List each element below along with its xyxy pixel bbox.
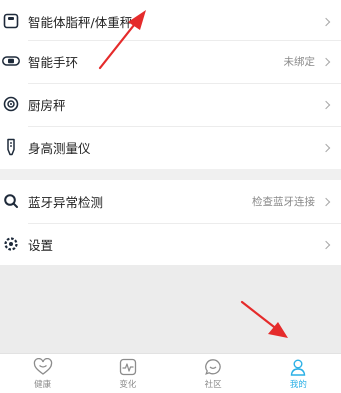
empty-area (0, 265, 341, 353)
menu-item-height-meter[interactable]: 身高测量仪 (0, 126, 341, 169)
menu-item-bluetooth-check[interactable]: 蓝牙异常检测 检查蓝牙连接 (0, 180, 341, 223)
bottom-tab-bar: 健康 变化 社区 我的 (0, 353, 341, 393)
pulse-icon (118, 357, 138, 377)
section-gap (0, 169, 341, 180)
gear-icon (2, 235, 20, 253)
chevron-right-icon (321, 17, 331, 26)
tab-label: 变化 (119, 380, 137, 390)
chevron-right-icon (321, 100, 331, 109)
chevron-right-icon (321, 240, 331, 249)
chat-icon (203, 357, 223, 377)
menu-item-body-fat-scale[interactable]: 智能体脂秤/体重秤 (0, 0, 341, 43)
kitchen-scale-icon (2, 95, 20, 113)
band-icon (2, 52, 20, 70)
menu-item-label: 蓝牙异常检测 (28, 195, 104, 210)
menu-item-label: 厨房秤 (28, 98, 66, 113)
scale-icon (2, 12, 20, 30)
menu-item-kitchen-scale[interactable]: 厨房秤 (0, 83, 341, 126)
menu-item-label: 智能体脂秤/体重秤 (28, 15, 133, 30)
tab-mine[interactable]: 我的 (256, 354, 341, 393)
chevron-right-icon (321, 197, 331, 206)
tab-label: 社区 (204, 380, 222, 390)
tab-community[interactable]: 社区 (171, 354, 256, 393)
bind-status: 未绑定 (283, 56, 316, 68)
height-meter-icon (2, 138, 20, 156)
tab-label: 健康 (34, 380, 52, 390)
menu-item-label: 设置 (28, 238, 54, 253)
tab-label: 我的 (289, 380, 307, 390)
chevron-right-icon (321, 143, 331, 152)
menu-item-settings[interactable]: 设置 (0, 223, 341, 266)
tab-change[interactable]: 变化 (85, 354, 170, 393)
menu-item-label: 身高测量仪 (28, 141, 91, 156)
person-icon (288, 357, 308, 377)
menu-item-label: 智能手环 (28, 55, 79, 70)
tab-health[interactable]: 健康 (0, 354, 85, 393)
chevron-right-icon (321, 57, 331, 66)
bluetooth-hint: 检查蓝牙连接 (252, 196, 315, 208)
heart-icon (33, 357, 53, 377)
menu-item-smart-band[interactable]: 智能手环 未绑定 (0, 40, 341, 83)
search-icon (2, 192, 20, 210)
